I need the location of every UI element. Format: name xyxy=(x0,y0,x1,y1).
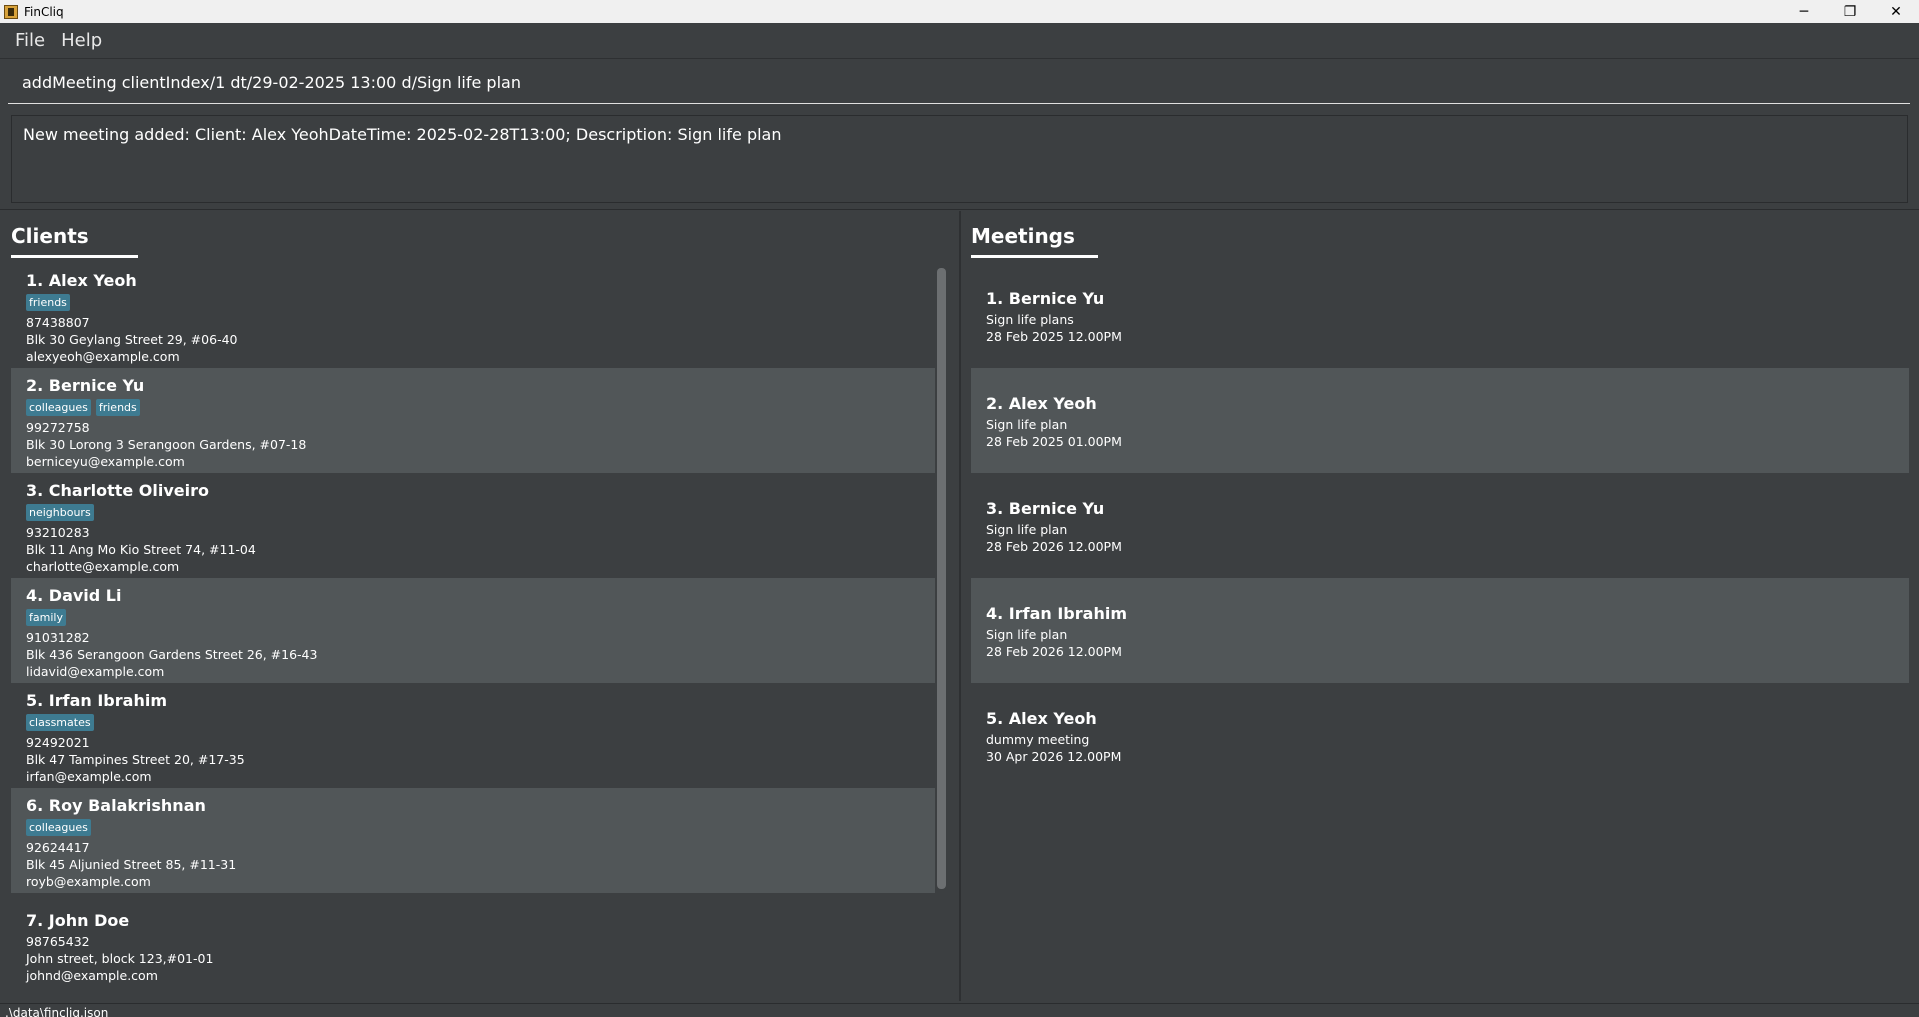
meeting-description: Sign life plans xyxy=(986,312,1074,327)
client-card[interactable]: 2. Bernice Yu colleagues friends 99272758 Bl… xyxy=(11,368,935,473)
client-tags: neighbours xyxy=(26,504,94,521)
client-phone: 92492021 xyxy=(26,735,90,750)
client-address: John street, block 123,#01-01 xyxy=(26,951,214,966)
maximize-icon[interactable]: ❐ xyxy=(1827,0,1873,23)
command-box xyxy=(8,66,1910,104)
client-card[interactable]: 3. Charlotte Oliveiro neighbours 93210283 B… xyxy=(11,473,935,578)
client-tag: family xyxy=(26,609,66,626)
client-tags: colleagues friends xyxy=(26,399,140,416)
client-card[interactable]: 4. David Li family 91031282 Blk 436 Serango… xyxy=(11,578,935,683)
client-name: 6. Roy Balakrishnan xyxy=(26,796,206,815)
client-name: 7. John Doe xyxy=(26,911,130,930)
client-phone: 87438807 xyxy=(26,315,90,330)
client-email: alexyeoh@example.com xyxy=(26,349,180,364)
client-name: 3. Charlotte Oliveiro xyxy=(26,481,210,500)
close-icon[interactable]: ✕ xyxy=(1873,0,1919,23)
client-name: 1. Alex Yeoh xyxy=(26,271,137,290)
meeting-datetime: 28 Feb 2025 01.00PM xyxy=(986,434,1122,449)
client-email: lidavid@example.com xyxy=(26,664,165,679)
client-tag: classmates xyxy=(26,714,94,731)
client-address: Blk 47 Tampines Street 20, #17-35 xyxy=(26,752,245,767)
client-name: 4. David Li xyxy=(26,586,122,605)
client-tag: colleagues xyxy=(26,399,91,416)
meeting-datetime: 28 Feb 2026 12.00PM xyxy=(986,644,1122,659)
panel-divider[interactable] xyxy=(959,211,961,1001)
window-title: FinCliq xyxy=(24,4,64,19)
client-phone: 99272758 xyxy=(26,420,90,435)
result-display: New meeting added: Client: Alex YeohDate… xyxy=(11,115,1908,203)
meeting-card[interactable]: 5. Alex Yeoh dummy meeting 30 Apr 2026 12.… xyxy=(971,683,1909,788)
meeting-datetime: 28 Feb 2025 12.00PM xyxy=(986,329,1122,344)
meeting-description: Sign life plan xyxy=(986,627,1068,642)
client-list-scrollbar-thumb[interactable] xyxy=(937,268,946,889)
client-card[interactable]: 7. John Doe 98765432 John street, block 12… xyxy=(11,893,935,991)
client-phone: 91031282 xyxy=(26,630,90,645)
meeting-card[interactable]: 4. Irfan Ibrahim Sign life plan 28 Feb 202… xyxy=(971,578,1909,683)
menu-file[interactable]: File xyxy=(7,30,53,51)
client-card[interactable]: 5. Irfan Ibrahim classmates 92492021 Blk 47… xyxy=(11,683,935,788)
status-file-path: .\data\fincliq.json xyxy=(5,1006,109,1017)
client-tag: neighbours xyxy=(26,504,94,521)
meeting-client-name: 2. Alex Yeoh xyxy=(986,394,1097,413)
meeting-client-name: 3. Bernice Yu xyxy=(986,499,1105,518)
window-controls: ─ ❐ ✕ xyxy=(1781,0,1919,23)
meeting-description: dummy meeting xyxy=(986,732,1090,747)
client-address: Blk 30 Lorong 3 Serangoon Gardens, #07-1… xyxy=(26,437,307,452)
status-bar: .\data\fincliq.json xyxy=(0,1003,1919,1017)
app-icon xyxy=(4,4,18,19)
command-input[interactable] xyxy=(22,73,1892,92)
result-text: New meeting added: Client: Alex YeohDate… xyxy=(23,125,782,144)
clients-panel-title: Clients xyxy=(11,224,89,248)
minimize-icon[interactable]: ─ xyxy=(1781,0,1827,23)
meeting-card[interactable]: 3. Bernice Yu Sign life plan 28 Feb 2026 1… xyxy=(971,473,1909,578)
client-phone: 92624417 xyxy=(26,840,90,855)
client-address: Blk 30 Geylang Street 29, #06-40 xyxy=(26,332,238,347)
meeting-client-name: 5. Alex Yeoh xyxy=(986,709,1097,728)
meetings-title-underline xyxy=(971,255,1098,258)
client-name: 5. Irfan Ibrahim xyxy=(26,691,167,710)
client-phone: 98765432 xyxy=(26,934,90,949)
meeting-description: Sign life plan xyxy=(986,417,1068,432)
title-bar: FinCliq ─ ❐ ✕ xyxy=(0,0,1919,23)
client-phone: 93210283 xyxy=(26,525,90,540)
client-address: Blk 11 Ang Mo Kio Street 74, #11-04 xyxy=(26,542,256,557)
client-email: berniceyu@example.com xyxy=(26,454,185,469)
meeting-card[interactable]: 2. Alex Yeoh Sign life plan 28 Feb 2025 01… xyxy=(971,368,1909,473)
meeting-description: Sign life plan xyxy=(986,522,1068,537)
client-list[interactable]: 1. Alex Yeoh friends 87438807 Blk 30 Geylan… xyxy=(11,263,935,991)
meeting-card[interactable]: 1. Bernice Yu Sign life plans 28 Feb 2025 … xyxy=(971,263,1909,368)
client-email: royb@example.com xyxy=(26,874,151,889)
client-email: charlotte@example.com xyxy=(26,559,180,574)
horizontal-divider xyxy=(0,209,1919,210)
client-tags: friends xyxy=(26,294,70,311)
client-tag: colleagues xyxy=(26,819,91,836)
client-address: Blk 436 Serangoon Gardens Street 26, #16… xyxy=(26,647,318,662)
client-name: 2. Bernice Yu xyxy=(26,376,145,395)
client-card[interactable]: 1. Alex Yeoh friends 87438807 Blk 30 Geylan… xyxy=(11,263,935,368)
client-tag: friends xyxy=(26,294,70,311)
meeting-datetime: 30 Apr 2026 12.00PM xyxy=(986,749,1122,764)
client-address: Blk 45 Aljunied Street 85, #11-31 xyxy=(26,857,237,872)
meeting-client-name: 1. Bernice Yu xyxy=(986,289,1105,308)
client-tags: classmates xyxy=(26,714,94,731)
client-email: irfan@example.com xyxy=(26,769,152,784)
meeting-list[interactable]: 1. Bernice Yu Sign life plans 28 Feb 2025 … xyxy=(971,263,1909,788)
clients-title-underline xyxy=(11,255,138,258)
client-tags: colleagues xyxy=(26,819,91,836)
meeting-datetime: 28 Feb 2026 12.00PM xyxy=(986,539,1122,554)
meetings-panel-title: Meetings xyxy=(971,224,1075,248)
meeting-client-name: 4. Irfan Ibrahim xyxy=(986,604,1127,623)
client-tag: friends xyxy=(95,399,140,416)
menu-help[interactable]: Help xyxy=(53,30,110,51)
client-tags: family xyxy=(26,609,66,626)
client-card[interactable]: 6. Roy Balakrishnan colleagues 92624417 Blk… xyxy=(11,788,935,893)
menu-bar: File Help xyxy=(0,23,1919,59)
client-email: johnd@example.com xyxy=(26,968,158,983)
